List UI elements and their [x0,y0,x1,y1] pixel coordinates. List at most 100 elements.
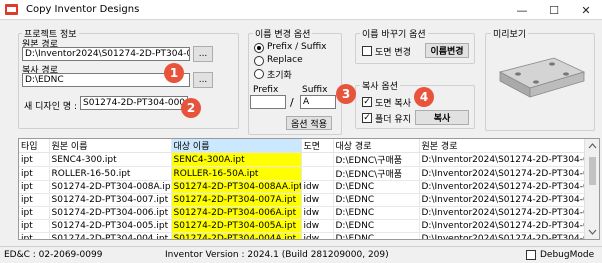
cell-target-path[interactable]: D:\EDNC [333,219,420,233]
keep-folder-checkbox[interactable]: ✓ [362,113,372,123]
cell-source-path[interactable]: D:\Inventor2024\S01274-2D-PT304-000(CE [419,219,585,233]
table-row[interactable]: ipt S01274-2D-PT304-004.ipt S01274-2D-PT30… [19,232,585,239]
drawing-change-checkbox[interactable] [362,46,372,56]
suffix-field[interactable]: A [300,95,336,109]
cell-target-name[interactable]: S01274-2D-PT304-004A.ipt [171,232,302,239]
window-title: Copy Inventor Designs [26,4,140,15]
reset-radio[interactable] [254,69,264,79]
copy-button[interactable]: 복사 [415,110,469,125]
cell-drawing[interactable]: idw [301,232,334,239]
status-bar: ED&C : 02-2069-0099 Inventor Version : 2… [0,246,602,263]
column-header-drawing[interactable]: 도면 [301,139,334,153]
cell-drawing[interactable]: idw [301,206,334,220]
minimize-button[interactable]: — [506,0,538,20]
rename-group-label: 이름 바꾸기 옵션 [360,27,428,40]
step-badge-4: 4 [414,87,434,107]
step-badge-2: 2 [181,98,201,118]
table-row[interactable]: ipt SENC4-300.ipt SENC4-300A.ipt D:\EDNC\구매… [19,152,585,167]
table-row[interactable]: ipt S01274-2D-PT304-006.ipt S01274-2D-PT30… [19,206,585,220]
source-browse-button[interactable]: ... [193,46,213,62]
close-button[interactable]: ✕ [570,0,602,20]
cell-target-path[interactable]: D:\EDNC [333,206,420,220]
cell-target-path[interactable]: D:\EDNC [333,232,420,239]
copy-options-label: 복사 옵션 [360,79,400,92]
step-badge-1: 1 [164,63,184,83]
rename-options-label: 이름 변경 옵션 [253,27,313,40]
column-header-type[interactable]: 타입 [19,139,50,153]
cell-type[interactable]: ipt [19,180,50,194]
prefix-field[interactable] [250,95,286,109]
cell-source-path[interactable]: D:\Inventor2024\S01274-2D-PT304-000(CE [419,206,585,220]
step-badge-3: 3 [336,84,356,104]
cell-source-path[interactable]: D:\Inventor2024\S01274-2D-PT304-000(CE [419,232,585,239]
cell-source-name[interactable]: S01274-2D-PT304-005.ipt [49,219,172,233]
cell-drawing[interactable]: idw [301,219,334,233]
table-row[interactable]: ipt S01274-2D-PT304-005.ipt S01274-2D-PT30… [19,219,585,233]
prefix-suffix-radio-label: Prefix / Suffix [267,42,327,52]
cell-type[interactable]: ipt [19,206,50,220]
inventor-version-text: Inventor Version : 2024.1 (Build 2812090… [165,250,389,260]
column-header-target-name[interactable]: 대상 이름 [171,139,302,153]
table-row[interactable]: ipt S01274-2D-PT304-008A.ipt S01274-2D-PT3… [19,180,585,194]
table-row[interactable]: ipt ROLLER-16-50.ipt ROLLER-16-50A.ipt D:\E… [19,166,585,181]
prefix-suffix-separator: / [290,96,294,109]
column-header-target-path[interactable]: 대상 경로 [333,139,420,153]
cell-type[interactable]: ipt [19,193,50,207]
cell-source-name[interactable]: S01274-2D-PT304-008A.ipt [49,180,172,194]
cell-source-name[interactable]: S01274-2D-PT304-007.ipt [49,193,172,207]
cell-target-path[interactable]: D:\EDNC [333,193,420,207]
new-design-field[interactable]: S01274-2D-PT304-000_TOP [80,96,188,110]
title-bar: Copy Inventor Designs — ☐ ✕ [0,0,602,20]
column-header-source-path[interactable]: 원본 경로 [419,139,585,153]
source-path-field[interactable]: D:\Inventor2024\S01274-2D-PT304-000(CE [22,47,190,61]
cell-target-name[interactable]: S01274-2D-PT304-007A.ipt [171,193,302,207]
maximize-button[interactable]: ☐ [538,0,570,20]
drawing-copy-checkbox[interactable]: ✓ [362,97,372,107]
apply-options-button[interactable]: 옵션 적용 [286,116,332,130]
debug-mode-checkbox[interactable] [526,250,536,260]
rename-button[interactable]: 이름변경 [425,43,469,58]
cell-source-path[interactable]: D:\Inventor2024\S01274-2D-PT304-000(CE [419,166,585,181]
cell-target-path[interactable]: D:\EDNC [333,180,420,194]
replace-radio-label: Replace [267,55,303,65]
cell-drawing[interactable]: idw [301,193,334,207]
cell-source-path[interactable]: D:\Inventor2024\S01274-2D-PT304-000(CE [419,180,585,194]
cell-source-path[interactable]: D:\Inventor2024\S01274-2D-PT304-000(CE [419,152,585,167]
cell-drawing[interactable] [301,152,334,167]
cell-type[interactable]: ipt [19,219,50,233]
new-design-label: 새 디자인 명 : [24,102,78,112]
table-row[interactable]: ipt S01274-2D-PT304-007.ipt S01274-2D-PT30… [19,193,585,207]
debug-mode-label: DebugMode [540,250,595,260]
cell-target-name[interactable]: ROLLER-16-50A.ipt [171,166,302,181]
cell-source-path[interactable]: D:\Inventor2024\S01274-2D-PT304-000(CE [419,193,585,207]
cell-target-path[interactable]: D:\EDNC\구매품 [333,152,420,167]
drawing-change-label: 도면 변경 [375,48,411,58]
prefix-suffix-radio[interactable] [254,43,264,53]
cell-target-name[interactable]: S01274-2D-PT304-006A.ipt [171,206,302,220]
file-grid[interactable]: 타입 원본 이름 대상 이름 도면 대상 경로 원본 경로 ipt SENC4-3… [18,138,600,240]
cell-drawing[interactable]: idw [301,180,334,194]
copy-browse-button[interactable]: ... [193,72,213,88]
suffix-label: Suffix [302,85,328,95]
cell-drawing[interactable] [301,166,334,181]
cell-source-name[interactable]: ROLLER-16-50.ipt [49,166,172,181]
replace-radio[interactable] [254,56,264,66]
cell-source-name[interactable]: S01274-2D-PT304-004.ipt [49,232,172,239]
cell-target-name[interactable]: SENC4-300A.ipt [171,152,302,167]
prefix-label: Prefix [253,85,279,95]
cell-target-name[interactable]: S01274-2D-PT304-005A.ipt [171,219,302,233]
grid-vertical-scrollbar[interactable] [584,139,599,239]
keep-folder-label: 폴더 유지 [375,115,411,125]
cell-target-path[interactable]: D:\EDNC\구매품 [333,166,420,181]
cell-type[interactable]: ipt [19,152,50,167]
column-header-source-name[interactable]: 원본 이름 [49,139,172,153]
cell-source-name[interactable]: S01274-2D-PT304-006.ipt [49,206,172,220]
drawing-copy-label: 도면 복사 [375,99,411,109]
cell-target-name[interactable]: S01274-2D-PT304-008AA.ipt [171,180,302,194]
cell-type[interactable]: ipt [19,166,50,181]
cell-type[interactable]: ipt [19,232,50,239]
reset-radio-label: 초기화 [267,71,292,81]
app-icon [5,4,18,15]
part-preview-image [496,50,586,115]
cell-source-name[interactable]: SENC4-300.ipt [49,152,172,167]
